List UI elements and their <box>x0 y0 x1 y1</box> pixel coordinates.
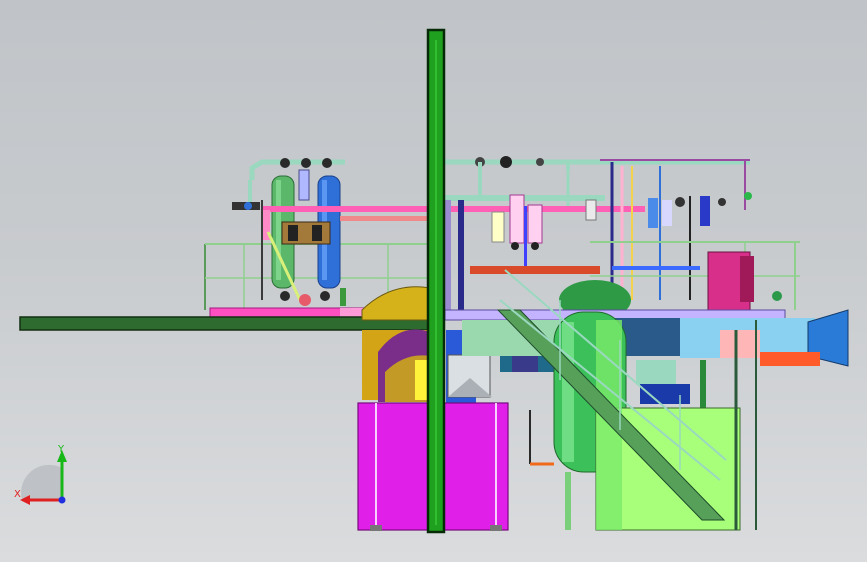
y-axis-label: Y <box>57 444 65 455</box>
z-axis-icon <box>58 496 66 504</box>
orientation-triad: Y X <box>14 444 67 505</box>
plant-3d-model[interactable] <box>0 0 867 562</box>
x-axis-label: X <box>14 489 21 500</box>
cad-graphics-viewport[interactable]: Y X <box>0 0 867 562</box>
